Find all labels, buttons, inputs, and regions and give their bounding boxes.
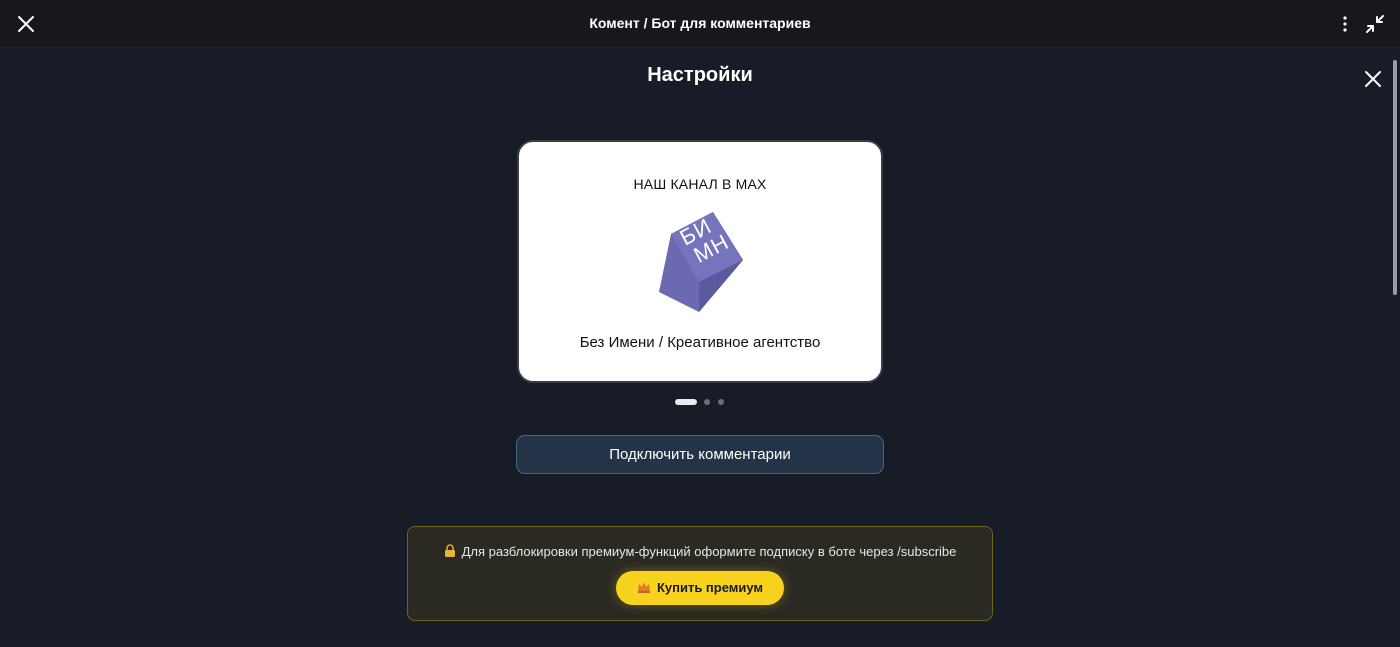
carousel-slide[interactable]: НАШ КАНАЛ В MAX БИ МН Без Имени / Креати…: [517, 140, 883, 383]
buy-premium-button[interactable]: Купить премиум: [616, 571, 784, 605]
premium-notice-row: Для разблокировки премиум-функций оформи…: [408, 544, 992, 559]
app-window: Комент / Бот для комментариев Настройки …: [0, 0, 1400, 647]
premium-notice-text: Для разблокировки премиум-функций оформи…: [461, 544, 957, 559]
window-titlebar: Комент / Бот для комментариев: [0, 0, 1400, 48]
carousel-dot-3[interactable]: [718, 399, 724, 405]
page-title: Настройки: [647, 64, 753, 86]
minimize-icon: [1366, 15, 1384, 33]
agency-logo: БИ МН: [659, 212, 743, 312]
slide-caption: Без Имени / Креативное агентство: [579, 334, 821, 351]
carousel-dot-1[interactable]: [675, 399, 697, 405]
carousel-pagination: [675, 398, 735, 406]
window-title: Комент / Бот для комментариев: [589, 15, 811, 31]
settings-close-button[interactable]: [1360, 66, 1386, 92]
connect-comments-button[interactable]: Подключить комментарии: [516, 435, 884, 474]
premium-notice: Для разблокировки премиум-функций оформи…: [407, 526, 993, 621]
more-vertical-icon: [1343, 16, 1347, 32]
buy-premium-label: Купить премиум: [656, 580, 764, 595]
scrollbar-thumb[interactable]: [1393, 60, 1397, 295]
lock-icon: [444, 544, 455, 557]
close-icon: [1365, 71, 1381, 87]
carousel-dot-2[interactable]: [704, 399, 710, 405]
slide-heading: НАШ КАНАЛ В MAX: [633, 176, 767, 192]
minimize-button[interactable]: [1363, 12, 1387, 36]
more-options-button[interactable]: [1333, 12, 1357, 36]
crown-icon: [637, 582, 650, 593]
